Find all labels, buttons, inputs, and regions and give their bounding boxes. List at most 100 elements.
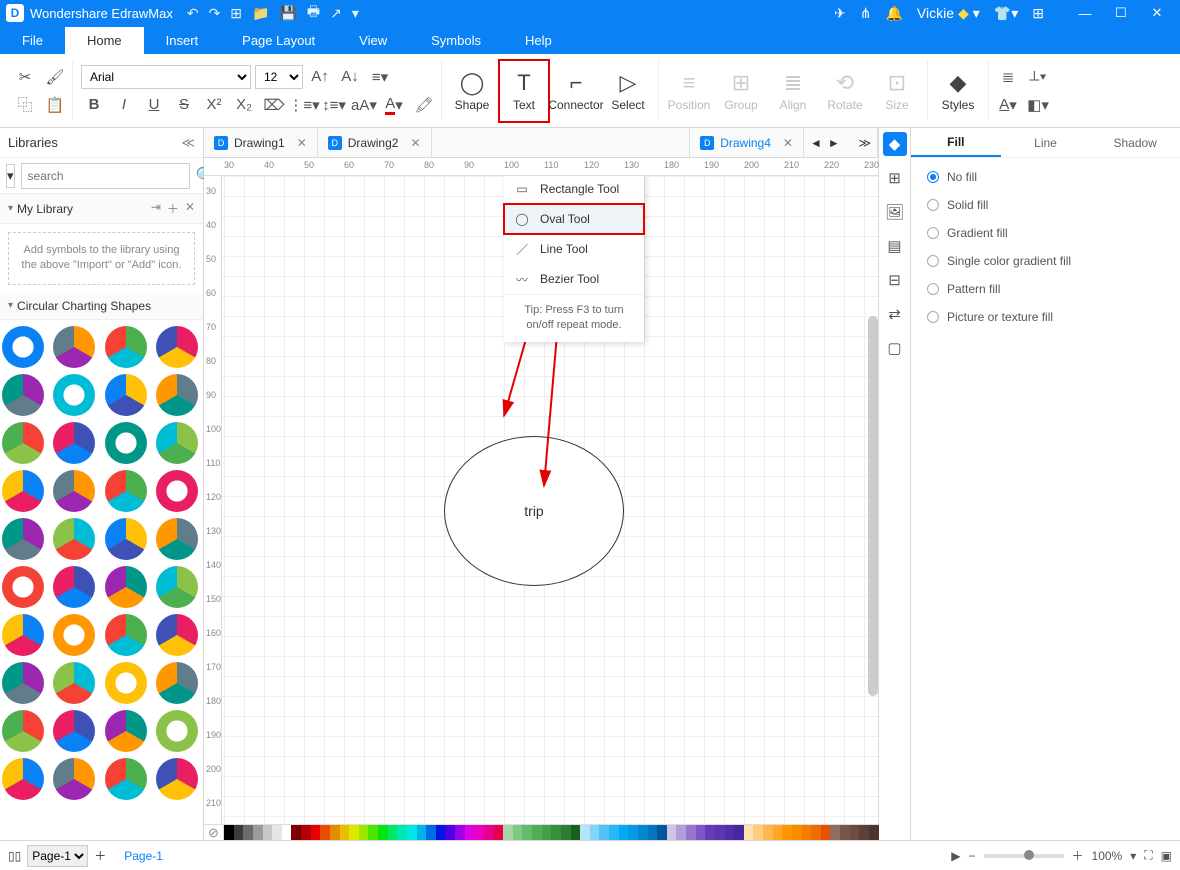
shape-thumb[interactable] [105, 422, 147, 464]
layout-panel-icon[interactable]: ⊟ [883, 268, 907, 292]
vscrollbar[interactable] [868, 316, 878, 696]
select-button[interactable]: ▷Select [602, 59, 654, 123]
color-swatch[interactable] [397, 825, 407, 840]
color-swatch[interactable] [417, 825, 427, 840]
close-lib-icon[interactable]: ✕ [185, 200, 195, 217]
fit-screen-icon[interactable]: ⛶ [1144, 848, 1152, 863]
shapemenu-line-tool[interactable]: ／Line Tool [504, 234, 644, 264]
page-view-icon[interactable]: ▯▯ [8, 849, 21, 863]
shape-thumb[interactable] [2, 518, 44, 560]
shape-thumb[interactable] [156, 662, 198, 704]
image-panel-icon[interactable]: 🖼 [883, 200, 907, 224]
zoom-in-icon[interactable]: ＋ [1072, 847, 1084, 864]
shrink-font-icon[interactable]: A↓ [337, 65, 363, 89]
close-button[interactable]: ✕ [1140, 0, 1174, 26]
text-button[interactable]: TText [498, 59, 550, 123]
shape-thumb[interactable] [105, 614, 147, 656]
color-swatch[interactable] [551, 825, 561, 840]
color-swatch[interactable] [330, 825, 340, 840]
color-swatch[interactable] [686, 825, 696, 840]
subscript-icon[interactable]: X₂ [231, 93, 257, 117]
clear-format-icon[interactable]: ⌦ [261, 93, 287, 117]
color-swatch[interactable] [368, 825, 378, 840]
layers-icon[interactable]: ≣ [995, 65, 1021, 89]
color-swatch[interactable] [619, 825, 629, 840]
zoom-slider[interactable] [984, 854, 1064, 858]
shape-thumb[interactable] [156, 374, 198, 416]
doctab-0[interactable]: DDrawing1✕ [204, 128, 318, 158]
color-swatch[interactable] [628, 825, 638, 840]
shape-thumb[interactable] [156, 614, 198, 656]
color-swatch[interactable] [676, 825, 686, 840]
italic-icon[interactable]: I [111, 93, 137, 117]
color-swatch[interactable] [503, 825, 513, 840]
page-panel-icon[interactable]: ▤ [883, 234, 907, 258]
color-swatch[interactable] [484, 825, 494, 840]
menu-file[interactable]: File [0, 27, 65, 54]
fullscreen-icon[interactable]: ▣ [1161, 849, 1172, 863]
circular-shapes-section[interactable]: ▾Circular Charting Shapes [0, 293, 203, 320]
tshirt-icon[interactable]: 👕▾ [994, 5, 1018, 22]
shapemenu-bezier-tool[interactable]: 〰Bezier Tool [504, 264, 644, 294]
shape-thumb[interactable] [2, 470, 44, 512]
color-swatch[interactable] [580, 825, 590, 840]
grow-font-icon[interactable]: A↑ [307, 65, 333, 89]
shape-button[interactable]: ◯Shape [446, 59, 498, 123]
color-swatch[interactable] [542, 825, 552, 840]
open-icon[interactable]: 📁 [252, 5, 269, 22]
mylibrary-section[interactable]: ▾My Library⇥＋✕ [0, 194, 203, 224]
strike-icon[interactable]: S [171, 93, 197, 117]
shape-thumb[interactable] [53, 710, 95, 752]
case-icon[interactable]: aA▾ [351, 93, 377, 117]
color-swatch[interactable] [830, 825, 840, 840]
styles-button[interactable]: ◆Styles [932, 59, 984, 123]
color-swatch[interactable] [590, 825, 600, 840]
shapemenu-oval-tool[interactable]: ◯Oval Tool [504, 204, 644, 234]
color-swatch[interactable] [253, 825, 263, 840]
shape-thumb[interactable] [2, 422, 44, 464]
superscript-icon[interactable]: X² [201, 93, 227, 117]
shape-thumb[interactable] [105, 326, 147, 368]
lib-search-input[interactable] [21, 163, 190, 189]
color-swatch[interactable] [282, 825, 292, 840]
fill-panel-icon[interactable]: ◆ [883, 132, 907, 156]
presets-icon[interactable]: ◧▾ [1025, 93, 1051, 117]
color-swatch[interactable] [426, 825, 436, 840]
shape-thumb[interactable] [53, 374, 95, 416]
align-para-icon[interactable]: ≡▾ [367, 65, 393, 89]
cut-icon[interactable]: ✂ [12, 65, 38, 89]
tab-overflow-icon[interactable]: ≫ [858, 136, 871, 150]
shape-thumb[interactable] [105, 374, 147, 416]
color-swatch[interactable] [378, 825, 388, 840]
tab-next-icon[interactable]: ► [828, 136, 840, 150]
color-swatch[interactable] [522, 825, 532, 840]
color-swatch[interactable] [609, 825, 619, 840]
shape-thumb[interactable] [2, 662, 44, 704]
color-swatch[interactable] [599, 825, 609, 840]
shape-thumb[interactable] [53, 662, 95, 704]
color-swatch[interactable] [715, 825, 725, 840]
color-swatch[interactable] [638, 825, 648, 840]
color-swatch[interactable] [782, 825, 792, 840]
canvas-oval-shape[interactable]: trip [444, 436, 624, 586]
paste-icon[interactable]: 📋 [42, 93, 68, 117]
shape-thumb[interactable] [53, 422, 95, 464]
fillopt-1[interactable]: Solid fill [927, 198, 1164, 212]
menu-view[interactable]: View [337, 27, 409, 54]
shape-thumb[interactable] [156, 518, 198, 560]
shape-thumb[interactable] [105, 470, 147, 512]
shape-thumb[interactable] [2, 710, 44, 752]
shape-thumb[interactable] [2, 374, 44, 416]
filltab-shadow[interactable]: Shadow [1090, 128, 1180, 157]
shape-thumb[interactable] [105, 758, 147, 800]
color-swatch[interactable] [705, 825, 715, 840]
maximize-button[interactable]: ☐ [1104, 0, 1138, 26]
shape-thumb[interactable] [105, 566, 147, 608]
shape-thumb[interactable] [53, 614, 95, 656]
color-swatch[interactable] [234, 825, 244, 840]
undo-icon[interactable]: ↶ [187, 5, 199, 22]
collapse-lib-icon[interactable]: ≪ [181, 135, 195, 151]
shape-thumb[interactable] [53, 566, 95, 608]
color-swatch[interactable] [850, 825, 860, 840]
no-color-swatch[interactable]: ⊘ [204, 825, 224, 840]
